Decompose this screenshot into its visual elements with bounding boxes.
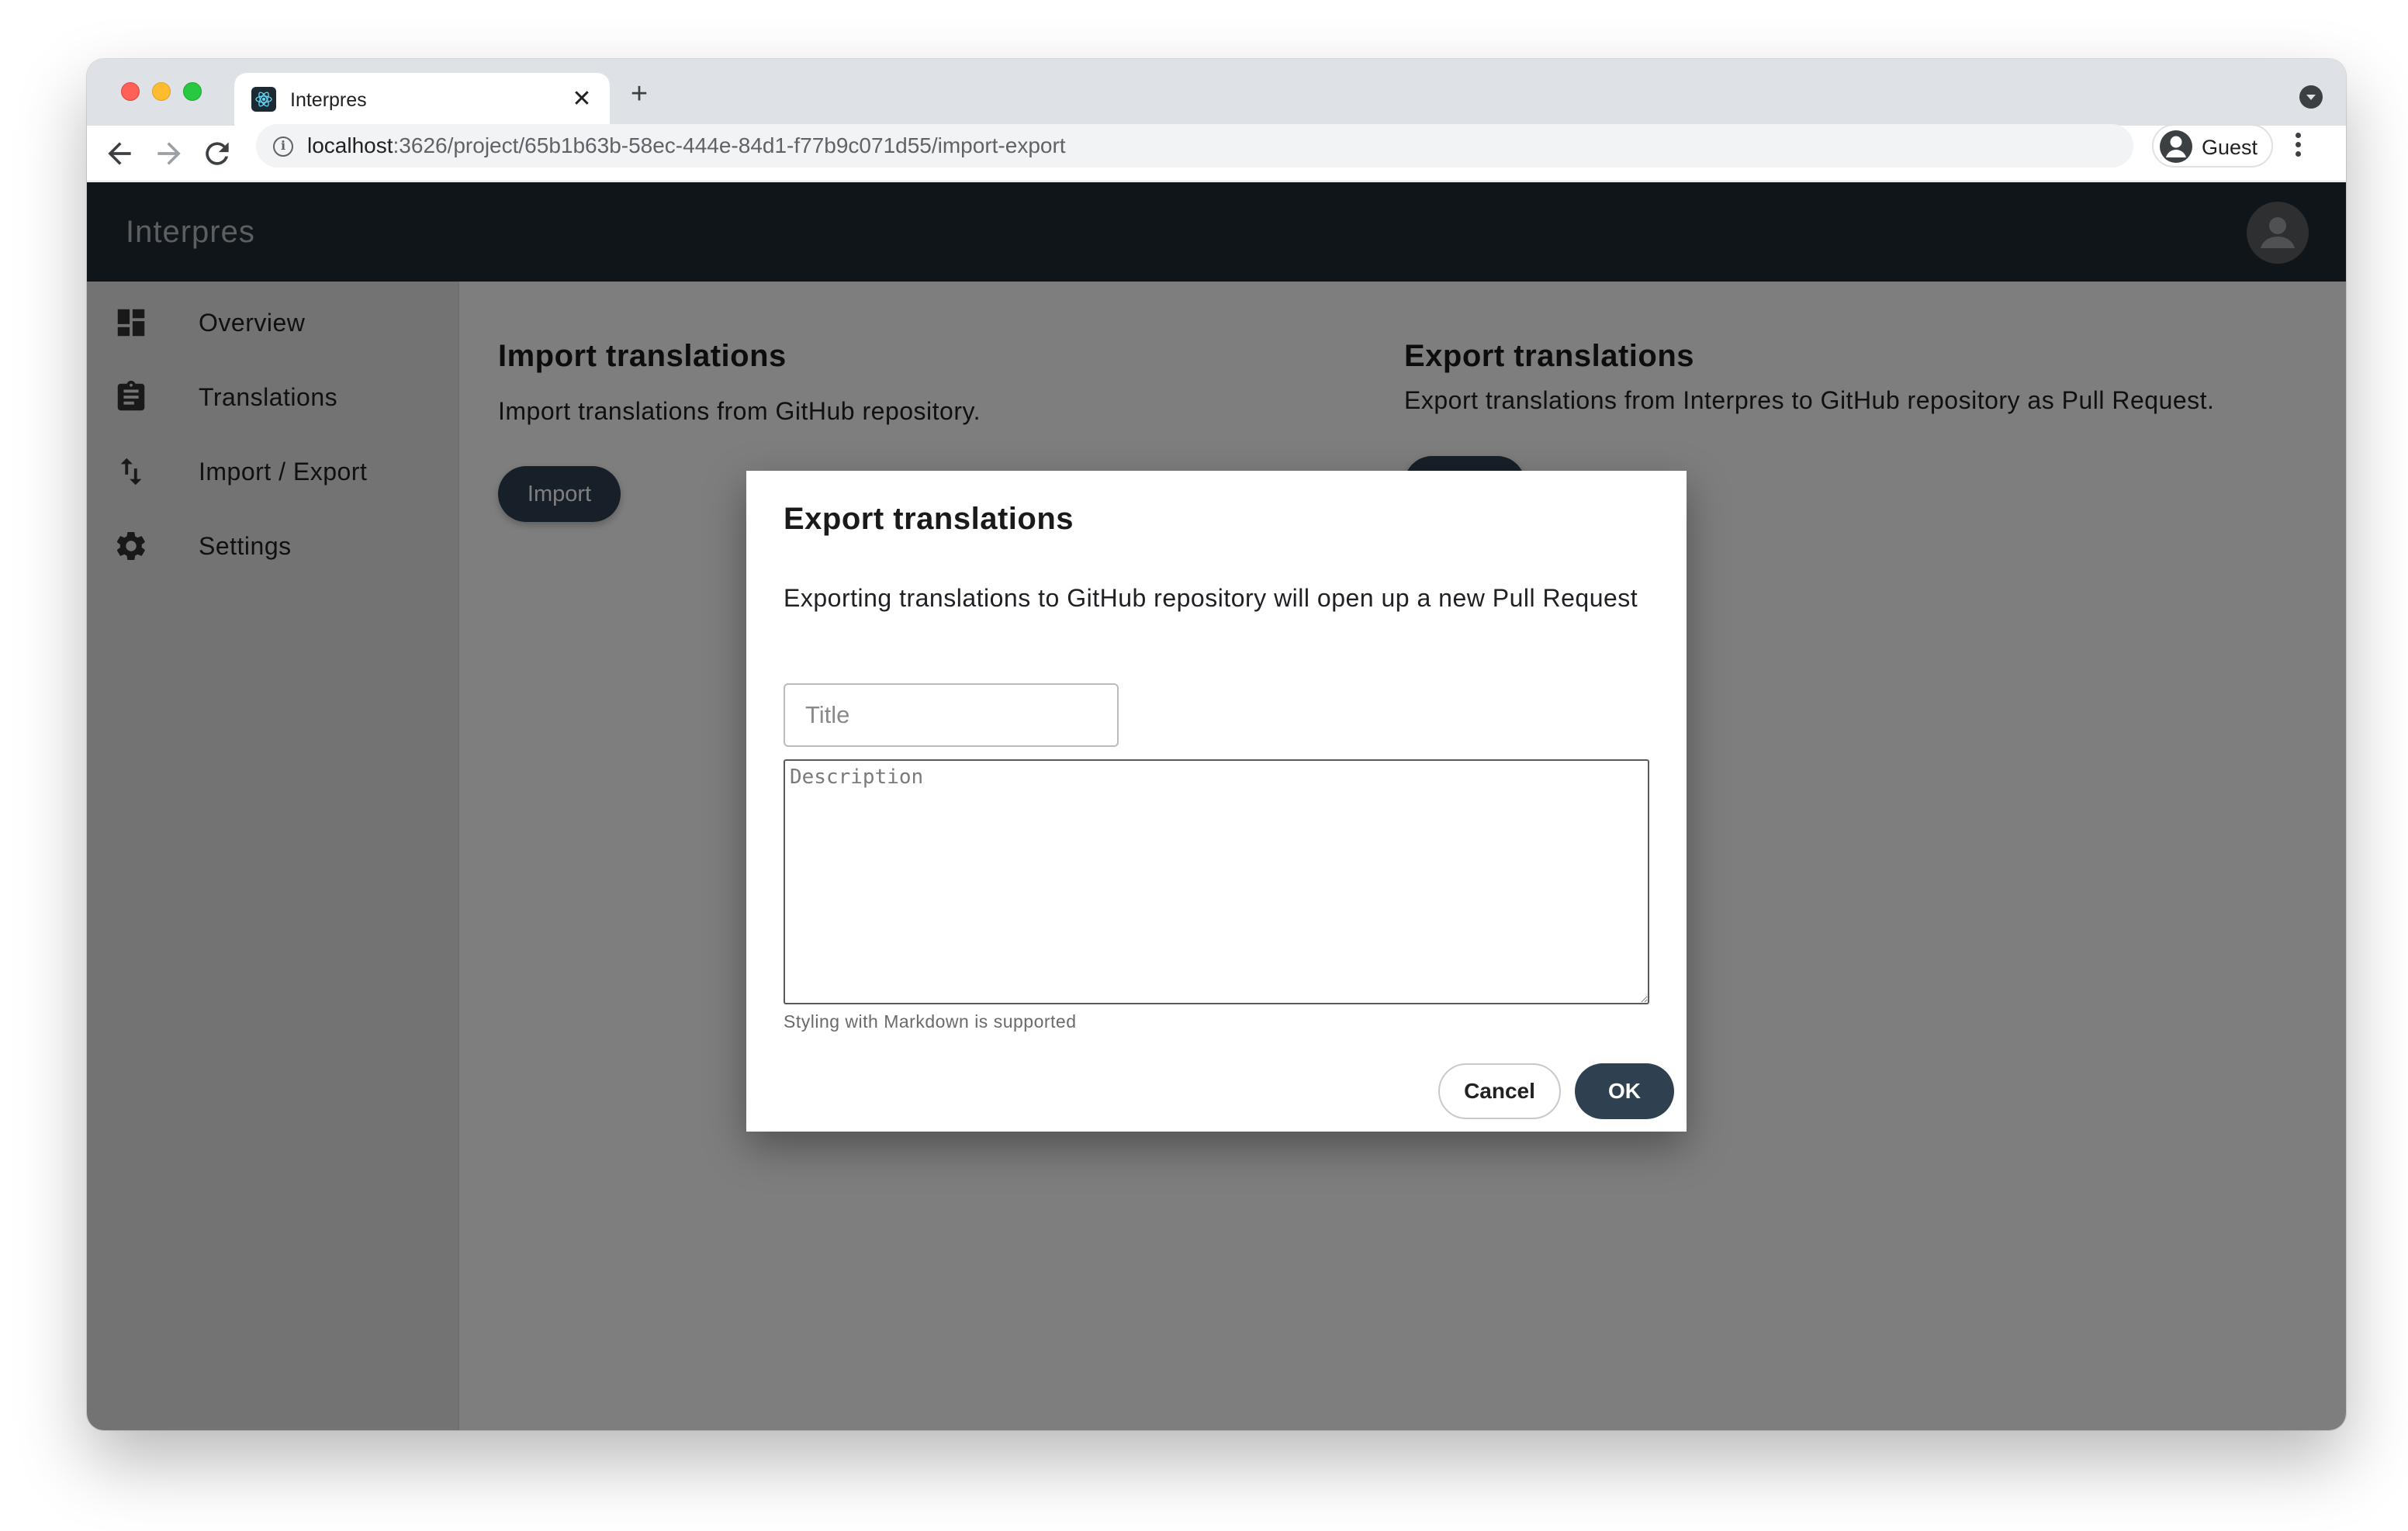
cancel-button[interactable]: Cancel xyxy=(1438,1063,1561,1119)
tab-search-icon[interactable] xyxy=(2299,85,2323,109)
site-info-icon[interactable]: i xyxy=(273,137,293,157)
pull-request-description-input[interactable] xyxy=(784,759,1649,1004)
minimize-window-button[interactable] xyxy=(152,82,171,101)
reload-icon xyxy=(206,142,229,165)
forward-button[interactable] xyxy=(152,137,186,171)
person-icon xyxy=(2160,130,2192,163)
back-button[interactable] xyxy=(102,137,137,171)
maximize-window-button[interactable] xyxy=(183,82,202,101)
arrow-left-icon xyxy=(108,142,131,165)
tab-title: Interpres xyxy=(290,89,367,111)
react-favicon-icon xyxy=(251,87,276,112)
profile-button[interactable]: Guest xyxy=(2152,124,2273,168)
reload-button[interactable] xyxy=(200,137,234,171)
ok-button[interactable]: OK xyxy=(1575,1063,1674,1119)
url-host: localhost xyxy=(307,133,393,157)
tab-close-icon[interactable]: ✕ xyxy=(566,84,597,115)
pull-request-title-input[interactable] xyxy=(784,683,1119,747)
url-path: :3626/project/65b1b63b-58ec-444e-84d1-f7… xyxy=(393,133,1066,157)
dialog-message: Exporting translations to GitHub reposit… xyxy=(784,584,1638,612)
arrow-right-icon xyxy=(157,142,181,165)
export-dialog: Export translations Exporting translatio… xyxy=(746,471,1687,1132)
markdown-hint: Styling with Markdown is supported xyxy=(784,1011,1077,1032)
profile-label: Guest xyxy=(2202,136,2258,159)
browser-tab[interactable]: Interpres ✕ xyxy=(234,73,610,126)
new-tab-button[interactable]: + xyxy=(624,79,655,110)
address-bar[interactable]: i localhost:3626/project/65b1b63b-58ec-4… xyxy=(256,124,2133,168)
dialog-title: Export translations xyxy=(784,502,1074,536)
url-text: localhost:3626/project/65b1b63b-58ec-444… xyxy=(307,132,1066,160)
tab-strip: Interpres ✕ + xyxy=(87,59,2346,126)
browser-menu-icon[interactable] xyxy=(2282,129,2313,163)
close-window-button[interactable] xyxy=(121,82,140,101)
browser-window: Interpres ✕ + i localhost:3626/project/6… xyxy=(87,59,2346,1430)
